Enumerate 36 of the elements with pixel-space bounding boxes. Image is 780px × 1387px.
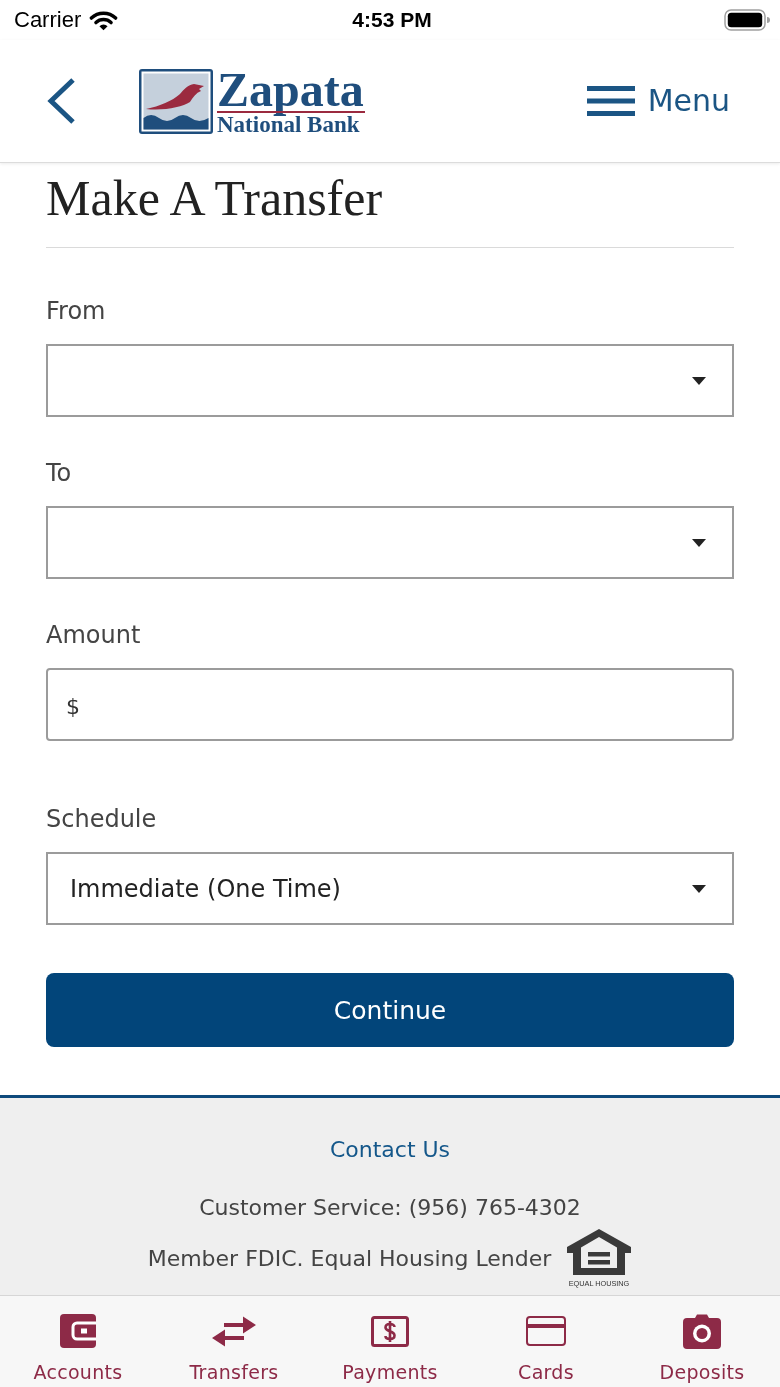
menu-button[interactable]: Menu [586,83,730,119]
dollar-bill-icon [371,1315,409,1347]
field-label: To [46,458,72,488]
field-label: Schedule [46,804,157,834]
tab-item[interactable]: Accounts [33,1296,123,1387]
back-icon[interactable] [45,77,77,125]
continue-button[interactable]: Continue [46,973,734,1047]
select-field[interactable]: Immediate (One Time) [46,852,734,925]
tab-item[interactable]: Payments [342,1296,438,1387]
customer-service-text: Customer Service: (956) 765-4302 [199,1194,581,1222]
tab-item[interactable]: Cards [518,1296,574,1387]
tab-item[interactable]: Transfers [189,1296,279,1387]
field-label: Amount [46,620,141,650]
carrier-label: Carrier [14,7,82,33]
tab-item[interactable]: Deposits [659,1296,745,1387]
caret-icon [692,884,706,893]
eagle-emblem-icon [139,68,213,134]
transfer-arrows-icon [212,1315,256,1347]
equal-housing-icon [567,1229,632,1275]
select-field[interactable] [46,506,734,579]
battery-icon [724,9,770,31]
wallet-icon [60,1314,96,1348]
credit-card-icon [526,1316,566,1346]
select-field[interactable] [46,344,734,417]
page-title: Make A Transfer [46,169,383,228]
contact-link[interactable]: Contact Us [329,1135,451,1165]
wifi-icon [89,9,119,31]
amount-field[interactable]: $ [46,668,734,741]
field-label: From [46,296,106,326]
caret-icon [692,376,706,385]
caret-icon [692,538,706,547]
fdic-notice: Member FDIC. Equal Housing Lender [147,1245,552,1273]
logo-wordmark: Zapata [217,67,364,116]
camera-icon [683,1313,721,1349]
status-time: 4:53 PM [352,7,432,33]
menu-icon [586,86,635,116]
